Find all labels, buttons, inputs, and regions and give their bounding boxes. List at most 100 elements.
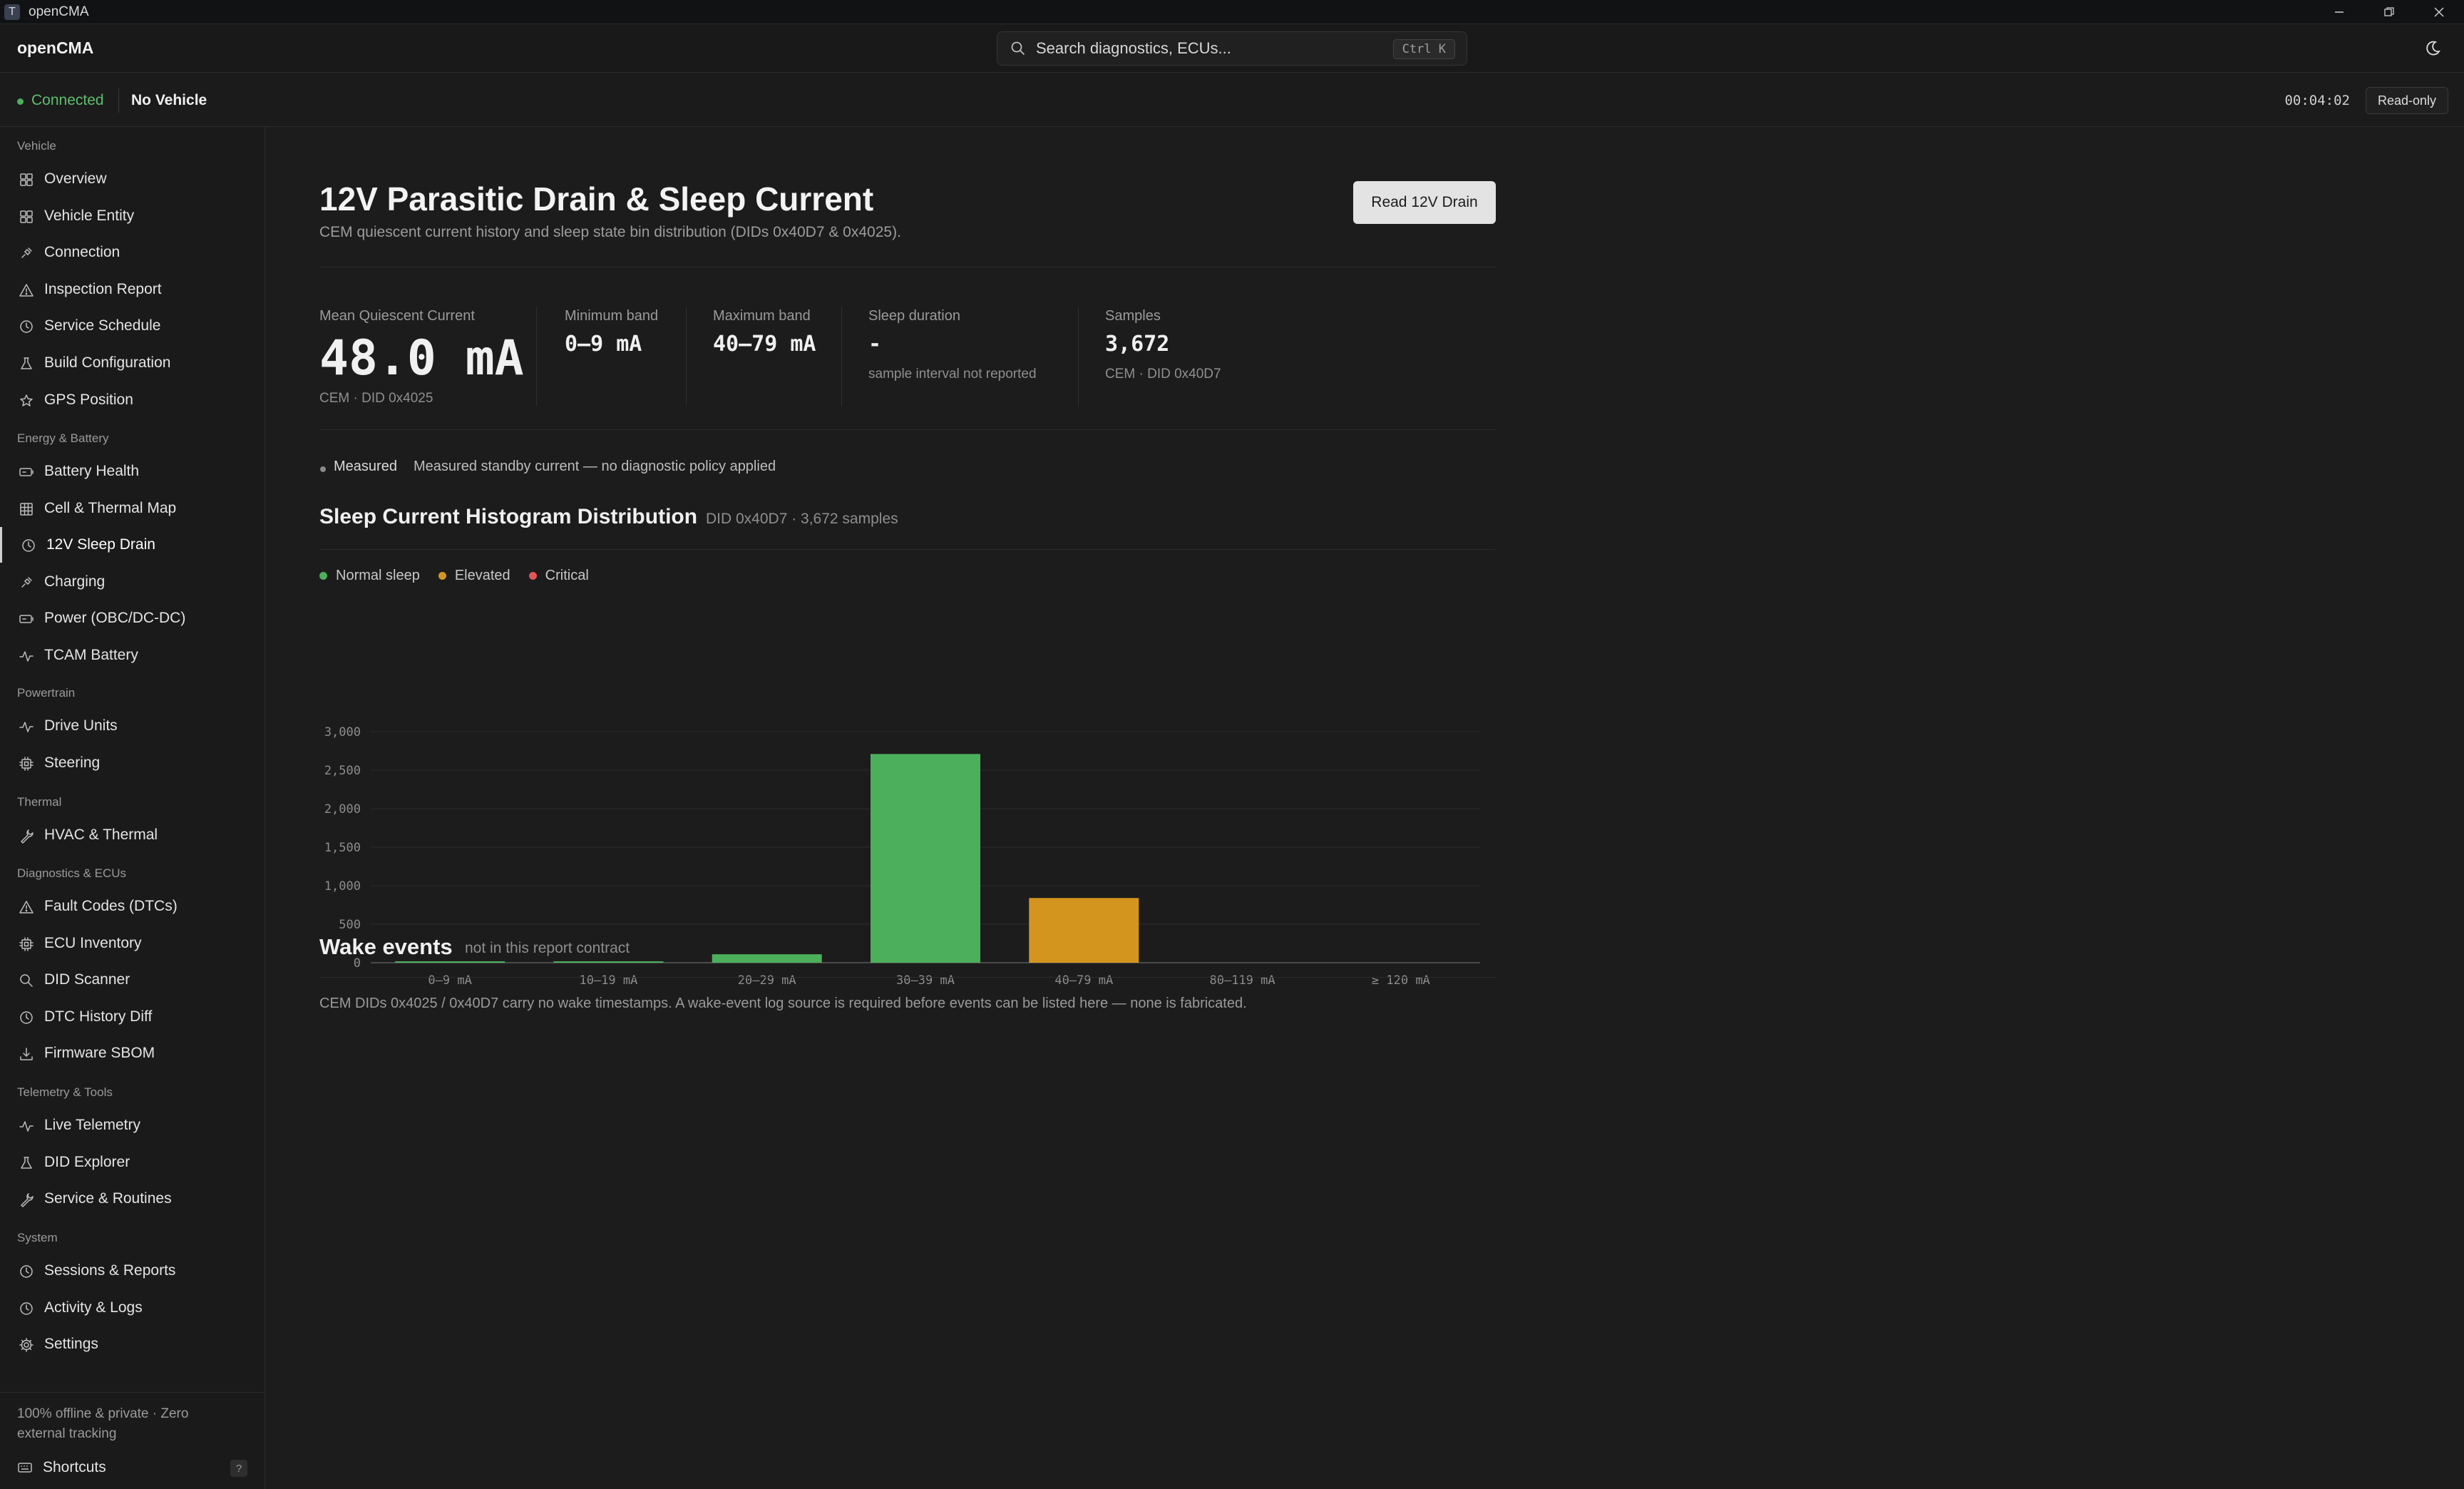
histogram-bar — [712, 954, 822, 963]
y-tick-label: 1,000 — [324, 879, 361, 894]
page-subtitle: CEM quiescent current history and sleep … — [319, 224, 901, 240]
sidebar-item-service-schedule[interactable]: Service Schedule — [0, 308, 265, 344]
shortcuts-button[interactable]: Shortcuts ? — [0, 1451, 265, 1484]
legend-label: Normal sleep — [336, 568, 420, 583]
page-title: 12V Parasitic Drain & Sleep Current — [319, 180, 874, 218]
sidebar-item-label: DID Explorer — [44, 1153, 130, 1170]
stat-sub: sample interval not reported — [868, 367, 1037, 382]
sidebar-item-overview[interactable]: Overview — [0, 161, 265, 197]
sidebar-item-label: Fault Codes (DTCs) — [44, 898, 178, 914]
sidebar-item-vehicle-entity[interactable]: Vehicle Entity — [0, 198, 265, 234]
measured-description: Measured standby current — no diagnostic… — [414, 459, 776, 474]
sidebar-item-build-configuration[interactable]: Build Configuration — [0, 345, 265, 381]
stat-value: 40–79 mA — [713, 332, 816, 357]
stat-mean-current: Mean Quiescent Current 48.0 mA CEM · DID… — [319, 308, 524, 406]
nav-section-header: Vehicle — [17, 139, 56, 153]
stat-label: Minimum band — [565, 308, 659, 324]
session-timer: 00:04:02 — [2284, 93, 2350, 108]
stat-samples: Samples 3,672 CEM · DID 0x40D7 — [1105, 308, 1221, 382]
x-tick-label: 30–39 mA — [896, 973, 955, 988]
sidebar-item-service-routines[interactable]: Service & Routines — [0, 1181, 265, 1217]
sidebar-item-connection[interactable]: Connection — [0, 235, 265, 270]
sidebar: Vehicle Overview Vehicle Entity Connection I… — [0, 127, 265, 1489]
legend-swatch — [528, 572, 537, 580]
divider — [319, 549, 1496, 550]
sidebar-item-label: Inspection Report — [44, 280, 162, 297]
flask-icon — [19, 356, 34, 372]
search-shortcut-hint: Ctrl K — [1392, 39, 1455, 59]
x-tick-label: 40–79 mA — [1054, 973, 1113, 988]
stat-label: Sleep duration — [868, 308, 960, 324]
clock-icon — [19, 1010, 34, 1025]
grid-icon — [19, 172, 34, 188]
sidebar-item-label: Activity & Logs — [44, 1299, 143, 1316]
close-icon — [2434, 7, 2444, 17]
x-tick-label: 20–29 mA — [738, 973, 796, 988]
app-header: openCMA Search diagnostics, ECUs... Ctrl… — [0, 24, 2464, 73]
restore-button[interactable] — [2364, 0, 2414, 24]
sidebar-item-activity-logs[interactable]: Activity & Logs — [0, 1290, 265, 1326]
nav-section-header: Telemetry & Tools — [17, 1085, 113, 1099]
sleep-current-histogram: 05001,0001,5002,0002,5003,0000–9 mA 10–19… — [324, 725, 1480, 988]
stat-value: 48.0 mA — [319, 330, 524, 387]
sidebar-item-cell-thermal-map[interactable]: Cell & Thermal Map — [0, 491, 265, 526]
minimize-button[interactable] — [2314, 0, 2364, 24]
sidebar-item-did-scanner[interactable]: DID Scanner — [0, 962, 265, 998]
y-tick-label: 2,000 — [324, 802, 361, 817]
clock-icon — [19, 1301, 34, 1316]
nav-section-header: Diagnostics & ECUs — [17, 866, 127, 880]
sidebar-item-inspection-report[interactable]: Inspection Report — [0, 272, 265, 307]
warning-triangle-icon — [19, 282, 34, 298]
sidebar-item-12v-sleep-drain[interactable]: 12V Sleep Drain — [0, 527, 265, 563]
legend-swatch — [319, 572, 327, 580]
sidebar-item-dtc-history-diff[interactable]: DTC History Diff — [0, 999, 265, 1035]
measured-tag: Measured — [334, 459, 397, 474]
sidebar-item-label: Charging — [44, 573, 106, 590]
search-input[interactable]: Search diagnostics, ECUs... — [1036, 39, 1231, 58]
sidebar-item-label: Steering — [44, 754, 101, 771]
sidebar-item-battery-health[interactable]: Battery Health — [0, 454, 265, 489]
keyboard-icon — [18, 1463, 32, 1473]
stat-divider — [1078, 307, 1079, 406]
app-icon: T — [4, 4, 20, 20]
sidebar-item-steering[interactable]: Steering — [0, 745, 265, 781]
sidebar-item-label: Cell & Thermal Map — [44, 499, 177, 516]
histogram-bar — [553, 961, 664, 963]
read-12v-drain-button[interactable]: Read 12V Drain — [1353, 181, 1496, 224]
nav-section-header: System — [17, 1231, 58, 1244]
histogram-bar — [395, 961, 505, 963]
close-window-button[interactable] — [2414, 0, 2464, 24]
sidebar-item-live-telemetry[interactable]: Live Telemetry — [0, 1107, 265, 1143]
sidebar-item-did-explorer[interactable]: DID Explorer — [0, 1145, 265, 1180]
moon-icon[interactable] — [2423, 39, 2443, 58]
stat-maximum-band: Maximum band 40–79 mA — [713, 308, 816, 357]
wake-events-meta: not in this report contract — [465, 940, 630, 956]
stat-value: - — [868, 332, 882, 357]
battery-icon — [19, 464, 34, 480]
sidebar-item-gps-position[interactable]: GPS Position — [0, 382, 265, 418]
sidebar-item-drive-units[interactable]: Drive Units — [0, 708, 265, 744]
sidebar-item-sessions-reports[interactable]: Sessions & Reports — [0, 1253, 265, 1289]
y-tick-label: 500 — [339, 918, 361, 932]
main-content: 12V Parasitic Drain & Sleep Current CEM … — [265, 127, 2464, 1489]
sidebar-item-label: TCAM Battery — [44, 647, 138, 663]
sidebar-item-tcam-battery[interactable]: TCAM Battery — [0, 638, 265, 673]
battery-icon — [19, 611, 34, 627]
sidebar-item-firmware-sbom[interactable]: Firmware SBOM — [0, 1035, 265, 1071]
stat-sub: CEM · DID 0x40D7 — [1105, 367, 1221, 382]
sidebar-footer: 100% offline & private · Zero external t… — [0, 1392, 265, 1489]
brand-name: openCMA — [17, 39, 94, 57]
sidebar-item-hvac-thermal[interactable]: HVAC & Thermal — [0, 817, 265, 853]
chip-icon — [19, 936, 34, 952]
y-tick-label: 1,500 — [324, 841, 361, 855]
pulse-icon — [19, 719, 34, 735]
sidebar-item-fault-codes-dtcs[interactable]: Fault Codes (DTCs) — [0, 889, 265, 924]
sidebar-item-power-obc-dc-dc[interactable]: Power (OBC/DC-DC) — [0, 600, 265, 636]
shortcuts-label: Shortcuts — [43, 1459, 106, 1475]
sidebar-item-ecu-inventory[interactable]: ECU Inventory — [0, 926, 265, 961]
sidebar-item-label: Settings — [44, 1336, 98, 1353]
sidebar-item-settings[interactable]: Settings — [0, 1326, 265, 1362]
sidebar-item-charging[interactable]: Charging — [0, 564, 265, 600]
search-bar[interactable]: Search diagnostics, ECUs... Ctrl K — [997, 31, 1467, 66]
connection-dot — [17, 98, 24, 105]
